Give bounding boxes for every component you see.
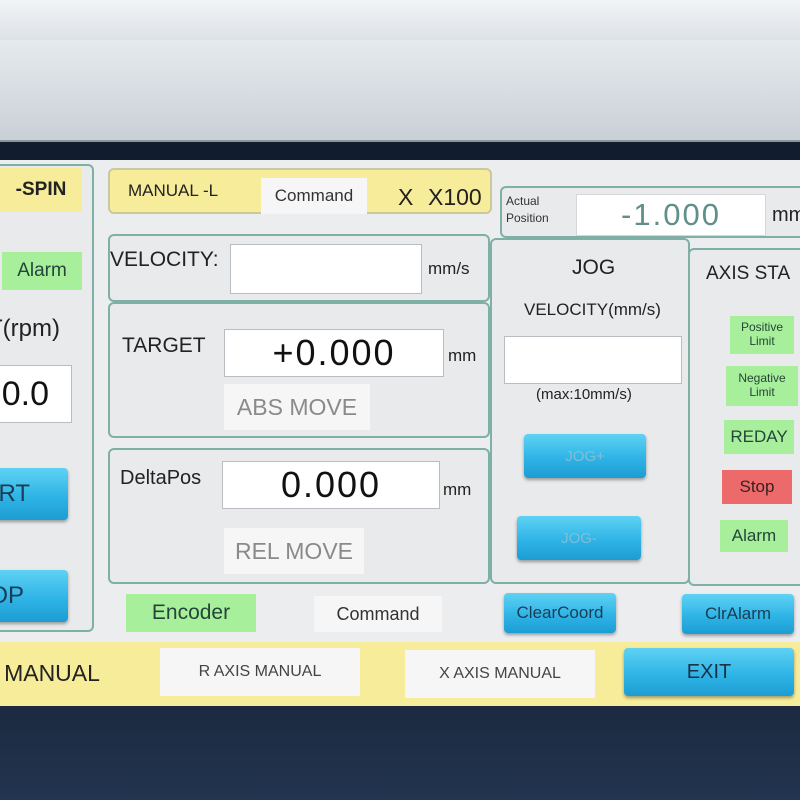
scale-label: X100 xyxy=(428,184,482,210)
spindle-speed-label: T(rpm) xyxy=(0,315,60,342)
spindle-panel-title: -SPIN xyxy=(0,168,82,212)
axis-status-title: AXIS STA xyxy=(706,263,791,284)
spindle-alarm-indicator: Alarm xyxy=(2,252,82,290)
target-label: TARGET xyxy=(122,334,206,357)
axis-label: X xyxy=(398,184,414,210)
mode-label: MANUAL -L xyxy=(128,181,219,200)
clear-coord-button[interactable]: ClearCoord xyxy=(504,593,616,633)
monitor-bezel-top xyxy=(0,0,800,40)
actual-position-unit: mm xyxy=(772,204,800,226)
spindle-stop-button[interactable]: OP xyxy=(0,570,68,622)
ready-indicator: REDAY xyxy=(724,420,794,454)
actual-position-label: Actual Position xyxy=(506,194,549,225)
jog-plus-button[interactable]: JOG+ xyxy=(524,434,646,478)
target-input[interactable]: +0.000 xyxy=(224,329,444,377)
clear-alarm-button[interactable]: ClrAlarm xyxy=(682,594,794,634)
negative-limit-indicator: Negative Limit xyxy=(726,366,798,406)
jog-title: JOG xyxy=(572,256,616,279)
abs-move-button[interactable]: ABS MOVE xyxy=(224,384,370,430)
jog-velocity-input[interactable] xyxy=(504,336,682,384)
stop-indicator: Stop xyxy=(722,470,792,504)
jog-minus-button[interactable]: JOG- xyxy=(517,516,641,560)
encoder-button[interactable]: Encoder xyxy=(126,594,256,632)
mode-command-button[interactable]: Command xyxy=(261,178,367,214)
command-source-button[interactable]: Command xyxy=(314,596,442,632)
spindle-start-button[interactable]: RT xyxy=(0,468,68,520)
exit-button[interactable]: EXIT xyxy=(624,648,794,696)
deltapos-input[interactable]: 0.000 xyxy=(222,461,440,509)
axis-alarm-indicator: Alarm xyxy=(720,520,788,552)
target-unit: mm xyxy=(448,346,477,365)
monitor-bezel-bottom xyxy=(0,706,800,800)
rel-move-button[interactable]: REL MOVE xyxy=(224,528,364,574)
hmi-screen: -SPIN Alarm T(rpm) 0.0 RT OP MANUAL -L C… xyxy=(0,160,800,710)
jog-max-note: (max:10mm/s) xyxy=(536,386,632,403)
velocity-label: VELOCITY: xyxy=(110,248,219,271)
tab-x-axis-manual[interactable]: X AXIS MANUAL xyxy=(405,650,595,698)
deltapos-label: DeltaPos xyxy=(120,467,202,489)
jog-velocity-label: VELOCITY(mm/s) xyxy=(524,300,661,319)
positive-limit-indicator: Positive Limit xyxy=(730,316,794,354)
deltapos-unit: mm xyxy=(443,480,472,499)
tab-r-axis-manual[interactable]: R AXIS MANUAL xyxy=(160,648,360,696)
velocity-input[interactable] xyxy=(230,244,422,294)
actual-position-value: -1.000 xyxy=(576,194,766,236)
spindle-speed-field[interactable]: 0.0 xyxy=(0,365,72,423)
tab-manual[interactable]: MANUAL xyxy=(0,648,112,698)
velocity-unit: mm/s xyxy=(428,259,470,278)
monitor-screen-gap xyxy=(0,142,800,162)
monitor-bezel-strip xyxy=(0,40,800,142)
